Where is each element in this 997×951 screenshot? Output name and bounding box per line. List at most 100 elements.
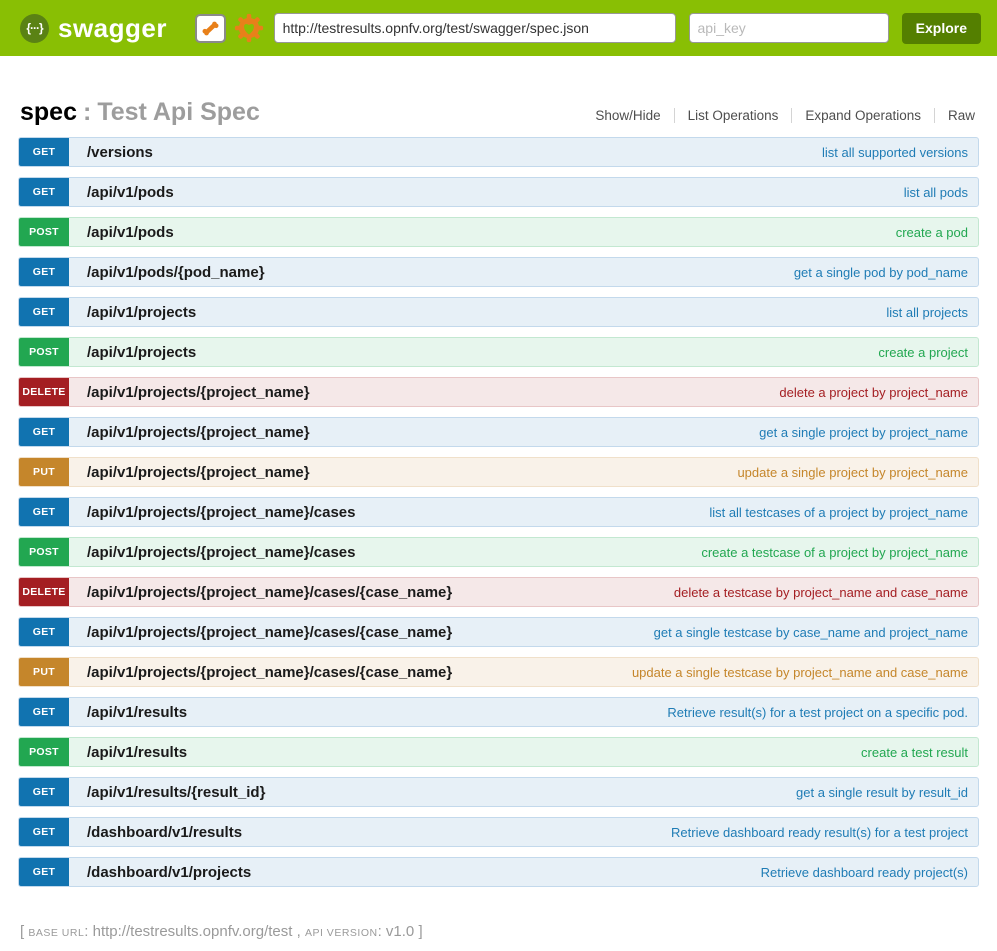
endpoint-path[interactable]: /api/v1/pods bbox=[87, 224, 174, 241]
endpoint-description[interactable]: get a single result by result_id bbox=[796, 785, 978, 800]
menu-item-raw[interactable]: Raw bbox=[934, 108, 975, 123]
endpoint-path[interactable]: /api/v1/results bbox=[87, 744, 187, 761]
method-badge[interactable]: GET bbox=[19, 178, 69, 206]
menu-item-show-hide[interactable]: Show/Hide bbox=[582, 108, 673, 123]
endpoint-path[interactable]: /api/v1/projects/{project_name}/cases bbox=[87, 504, 355, 521]
endpoints-list: GET /versions list all supported version… bbox=[18, 137, 979, 887]
endpoint-description[interactable]: update a single testcase by project_name… bbox=[632, 665, 978, 680]
endpoint-row[interactable]: DELETE /api/v1/projects/{project_name} d… bbox=[18, 377, 979, 407]
method-badge[interactable]: GET bbox=[19, 298, 69, 326]
endpoint-description[interactable]: Retrieve dashboard ready project(s) bbox=[761, 865, 978, 880]
bone-button[interactable] bbox=[195, 14, 226, 43]
endpoint-path[interactable]: /api/v1/projects/{project_name}/cases/{c… bbox=[87, 584, 452, 601]
endpoint-row[interactable]: GET /api/v1/projects/{project_name} get … bbox=[18, 417, 979, 447]
endpoint-path[interactable]: /api/v1/projects/{project_name} bbox=[87, 384, 310, 401]
endpoint-description[interactable]: Retrieve dashboard ready result(s) for a… bbox=[671, 825, 978, 840]
endpoint-path[interactable]: /api/v1/projects/{project_name}/cases/{c… bbox=[87, 624, 452, 641]
resource-name-link[interactable]: spec bbox=[20, 98, 77, 127]
swagger-logo-icon: {···} bbox=[20, 14, 49, 43]
endpoint-description[interactable]: list all projects bbox=[886, 305, 978, 320]
endpoint-path[interactable]: /api/v1/results bbox=[87, 704, 187, 721]
method-badge[interactable]: POST bbox=[19, 218, 69, 246]
method-badge[interactable]: GET bbox=[19, 778, 69, 806]
endpoint-description[interactable]: create a project bbox=[878, 345, 978, 360]
gear-heart-button[interactable] bbox=[234, 13, 264, 43]
endpoint-row[interactable]: GET /api/v1/pods/{pod_name} get a single… bbox=[18, 257, 979, 287]
endpoint-description[interactable]: create a pod bbox=[896, 225, 978, 240]
method-badge[interactable]: GET bbox=[19, 498, 69, 526]
footer-colon2: : bbox=[378, 923, 382, 940]
endpoint-description[interactable]: update a single project by project_name bbox=[737, 465, 978, 480]
endpoint-description[interactable]: list all pods bbox=[904, 185, 978, 200]
endpoint-description[interactable]: delete a project by project_name bbox=[779, 385, 978, 400]
api-key-input[interactable] bbox=[689, 13, 889, 43]
method-badge[interactable]: DELETE bbox=[19, 378, 69, 406]
method-badge[interactable]: PUT bbox=[19, 658, 69, 686]
method-badge[interactable]: PUT bbox=[19, 458, 69, 486]
endpoint-row[interactable]: GET /api/v1/projects/{project_name}/case… bbox=[18, 497, 979, 527]
endpoint-description[interactable]: create a testcase of a project by projec… bbox=[701, 545, 978, 560]
endpoint-path[interactable]: /api/v1/projects/{project_name}/cases/{c… bbox=[87, 664, 452, 681]
endpoint-description[interactable]: delete a testcase by project_name and ca… bbox=[674, 585, 978, 600]
method-badge[interactable]: GET bbox=[19, 418, 69, 446]
endpoint-description[interactable]: create a test result bbox=[861, 745, 978, 760]
endpoint-row[interactable]: PUT /api/v1/projects/{project_name}/case… bbox=[18, 657, 979, 687]
method-badge[interactable]: POST bbox=[19, 738, 69, 766]
method-badge[interactable]: POST bbox=[19, 538, 69, 566]
endpoint-path[interactable]: /api/v1/projects bbox=[87, 344, 196, 361]
gear-heart-icon bbox=[234, 13, 264, 43]
endpoint-row[interactable]: GET /versions list all supported version… bbox=[18, 137, 979, 167]
endpoint-path[interactable]: /api/v1/projects/{project_name} bbox=[87, 464, 310, 481]
brand-title: swagger bbox=[58, 13, 167, 44]
method-badge[interactable]: GET bbox=[19, 818, 69, 846]
method-badge[interactable]: POST bbox=[19, 338, 69, 366]
footer-comma: , bbox=[297, 923, 301, 940]
endpoint-path[interactable]: /dashboard/v1/results bbox=[87, 824, 242, 841]
endpoint-path[interactable]: /api/v1/pods bbox=[87, 184, 174, 201]
endpoint-path[interactable]: /api/v1/pods/{pod_name} bbox=[87, 264, 265, 281]
base-url-label: base url bbox=[28, 927, 84, 939]
explore-button[interactable]: Explore bbox=[902, 13, 981, 44]
endpoint-path[interactable]: /api/v1/projects/{project_name}/cases bbox=[87, 544, 355, 561]
header-bar: {···} swagger bbox=[0, 0, 997, 56]
endpoint-path[interactable]: /api/v1/results/{result_id} bbox=[87, 784, 265, 801]
resource-header: spec : Test Api Spec Show/HideList Opera… bbox=[20, 98, 975, 127]
resource-separator: : bbox=[83, 98, 91, 127]
method-badge[interactable]: GET bbox=[19, 858, 69, 886]
endpoint-description[interactable]: list all supported versions bbox=[822, 145, 978, 160]
endpoint-description[interactable]: get a single project by project_name bbox=[759, 425, 978, 440]
endpoint-row[interactable]: GET /api/v1/pods list all pods bbox=[18, 177, 979, 207]
endpoint-description[interactable]: get a single testcase by case_name and p… bbox=[654, 625, 978, 640]
endpoint-row[interactable]: GET /api/v1/results Retrieve result(s) f… bbox=[18, 697, 979, 727]
method-badge[interactable]: GET bbox=[19, 138, 69, 166]
endpoint-row[interactable]: GET /api/v1/results/{result_id} get a si… bbox=[18, 777, 979, 807]
api-version-label: api version bbox=[305, 927, 378, 939]
bone-icon bbox=[200, 18, 221, 39]
endpoint-row[interactable]: GET /api/v1/projects/{project_name}/case… bbox=[18, 617, 979, 647]
endpoint-description[interactable]: get a single pod by pod_name bbox=[794, 265, 978, 280]
method-badge[interactable]: GET bbox=[19, 258, 69, 286]
endpoint-row[interactable]: POST /api/v1/projects/{project_name}/cas… bbox=[18, 537, 979, 567]
endpoint-path[interactable]: /dashboard/v1/projects bbox=[87, 864, 251, 881]
endpoint-row[interactable]: PUT /api/v1/projects/{project_name} upda… bbox=[18, 457, 979, 487]
method-badge[interactable]: DELETE bbox=[19, 578, 69, 606]
endpoint-row[interactable]: POST /api/v1/projects create a project bbox=[18, 337, 979, 367]
method-badge[interactable]: GET bbox=[19, 618, 69, 646]
method-badge[interactable]: GET bbox=[19, 698, 69, 726]
endpoint-description[interactable]: list all testcases of a project by proje… bbox=[709, 505, 978, 520]
menu-item-list-operations[interactable]: List Operations bbox=[674, 108, 792, 123]
endpoint-path[interactable]: /api/v1/projects bbox=[87, 304, 196, 321]
endpoint-row[interactable]: GET /api/v1/projects list all projects bbox=[18, 297, 979, 327]
endpoint-path[interactable]: /api/v1/projects/{project_name} bbox=[87, 424, 310, 441]
endpoint-path[interactable]: /versions bbox=[87, 144, 153, 161]
endpoint-row[interactable]: GET /dashboard/v1/projects Retrieve dash… bbox=[18, 857, 979, 887]
endpoint-row[interactable]: DELETE /api/v1/projects/{project_name}/c… bbox=[18, 577, 979, 607]
endpoint-row[interactable]: GET /dashboard/v1/results Retrieve dashb… bbox=[18, 817, 979, 847]
api-url-input[interactable] bbox=[274, 13, 676, 43]
swagger-logo[interactable]: {···} swagger bbox=[20, 13, 167, 44]
menu-item-expand-operations[interactable]: Expand Operations bbox=[791, 108, 934, 123]
endpoint-row[interactable]: POST /api/v1/results create a test resul… bbox=[18, 737, 979, 767]
endpoint-description[interactable]: Retrieve result(s) for a test project on… bbox=[667, 705, 978, 720]
footer-close-bracket: ] bbox=[418, 923, 422, 940]
endpoint-row[interactable]: POST /api/v1/pods create a pod bbox=[18, 217, 979, 247]
